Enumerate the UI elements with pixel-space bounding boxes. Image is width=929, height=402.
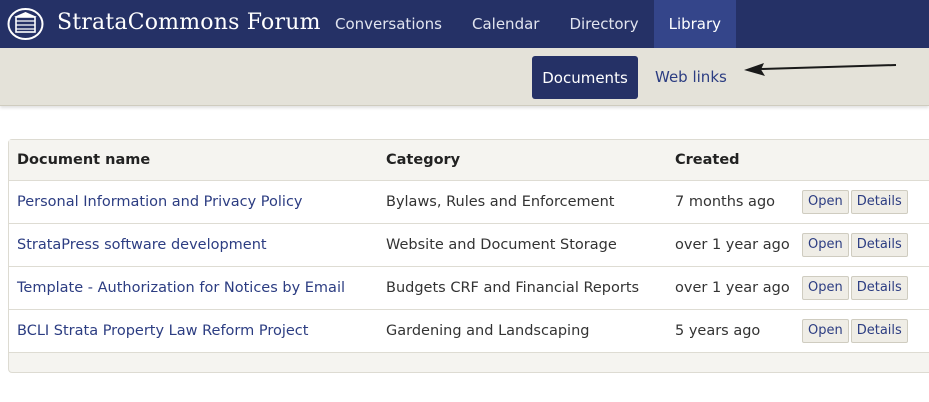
details-button[interactable]: Details — [850, 318, 908, 343]
nav-conversations[interactable]: Conversations — [320, 0, 457, 48]
header-category: Category — [386, 151, 461, 168]
row-actions: Open Details — [802, 266, 929, 309]
open-button[interactable]: Open — [802, 275, 849, 300]
document-category: Website and Document Storage — [386, 236, 617, 253]
document-category: Gardening and Landscaping — [386, 322, 590, 339]
nav-calendar[interactable]: Calendar — [457, 0, 554, 48]
documents-tab[interactable]: Documents — [532, 56, 638, 99]
document-created: over 1 year ago — [675, 279, 790, 296]
row-actions: Open Details — [802, 180, 929, 223]
document-name-link[interactable]: Template - Authorization for Notices by … — [9, 266, 378, 309]
app-title[interactable]: StrataCommons Forum — [57, 10, 321, 35]
document-created: over 1 year ago — [675, 236, 790, 253]
open-button[interactable]: Open — [802, 189, 849, 214]
web-links-tab[interactable]: Web links — [655, 68, 727, 86]
details-button[interactable]: Details — [850, 189, 908, 214]
table-row: Personal Information and Privacy Policy … — [9, 180, 929, 223]
arrow-left-icon — [742, 60, 902, 82]
details-button[interactable]: Details — [850, 232, 908, 257]
nav-library[interactable]: Library — [653, 0, 737, 48]
document-created: 7 months ago — [675, 193, 776, 210]
documents-table: Document name Category Created Personal … — [9, 140, 929, 353]
details-button[interactable]: Details — [850, 275, 908, 300]
nav-directory[interactable]: Directory — [554, 0, 653, 48]
document-name-link[interactable]: Personal Information and Privacy Policy — [9, 180, 378, 223]
document-created: 5 years ago — [675, 322, 761, 339]
header-actions — [802, 140, 929, 180]
table-header-row: Document name Category Created — [9, 140, 929, 180]
table-row: StrataPress software development Website… — [9, 223, 929, 266]
document-name-link[interactable]: StrataPress software development — [9, 223, 378, 266]
document-category: Bylaws, Rules and Enforcement — [386, 193, 615, 210]
row-actions: Open Details — [802, 309, 929, 352]
top-navbar: StrataCommons Forum Conversations Calend… — [0, 0, 929, 48]
document-category: Budgets CRF and Financial Reports — [386, 279, 640, 296]
document-name-link[interactable]: BCLI Strata Property Law Reform Project — [9, 309, 378, 352]
library-subnav: Documents Web links — [0, 48, 929, 106]
table-row: Template - Authorization for Notices by … — [9, 266, 929, 309]
row-actions: Open Details — [802, 223, 929, 266]
main-nav: Conversations Calendar Directory Library — [320, 0, 737, 48]
header-created: Created — [675, 151, 740, 168]
building-icon[interactable] — [7, 8, 44, 40]
open-button[interactable]: Open — [802, 318, 849, 343]
table-row: BCLI Strata Property Law Reform Project … — [9, 309, 929, 352]
header-document-name: Document name — [17, 151, 151, 168]
open-button[interactable]: Open — [802, 232, 849, 257]
